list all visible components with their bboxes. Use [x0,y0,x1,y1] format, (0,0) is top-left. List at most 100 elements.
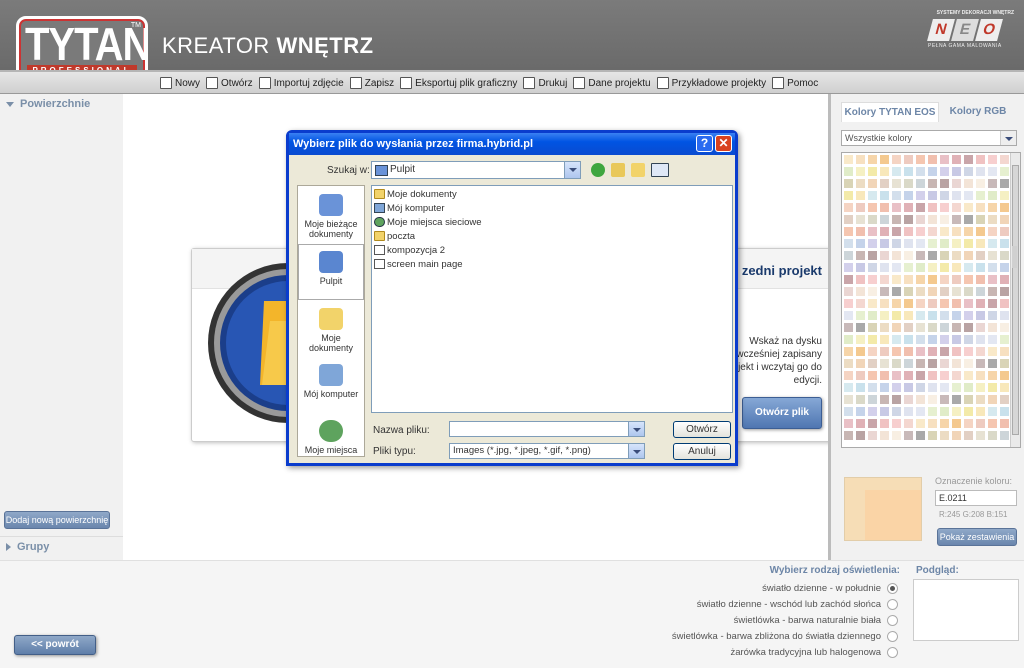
color-swatch[interactable] [892,275,901,284]
color-swatch[interactable] [892,383,901,392]
lighting-option[interactable]: żarówka tradycyjna lub halogenowa [730,647,898,658]
color-swatch[interactable] [880,167,889,176]
scrollbar-thumb[interactable] [1012,165,1019,435]
close-button[interactable]: ✕ [715,135,732,152]
color-swatch[interactable] [952,431,961,440]
color-swatch[interactable] [976,263,985,272]
color-swatch[interactable] [844,179,853,188]
color-swatch[interactable] [964,431,973,440]
color-swatch[interactable] [904,275,913,284]
color-swatch[interactable] [952,167,961,176]
color-swatch[interactable] [844,287,853,296]
toolbar-import-button[interactable]: Importuj zdjęcie [258,75,344,91]
color-swatch[interactable] [844,227,853,236]
color-swatch[interactable] [940,359,949,368]
color-swatch[interactable] [904,347,913,356]
color-swatch[interactable] [964,383,973,392]
toolbar-save-button[interactable]: Zapisz [349,75,394,91]
color-swatch[interactable] [880,395,889,404]
color-swatch[interactable] [868,371,877,380]
color-swatch[interactable] [964,323,973,332]
toolbar-new-button[interactable]: Nowy [160,75,200,91]
color-swatch[interactable] [928,335,937,344]
place-desktop[interactable]: Pulpit [298,244,364,300]
color-swatch[interactable] [1000,287,1009,296]
color-swatch[interactable] [880,335,889,344]
color-swatch[interactable] [952,371,961,380]
color-swatch[interactable] [988,395,997,404]
color-swatch[interactable] [892,311,901,320]
cancel-button[interactable]: Anuluj [673,443,731,460]
color-swatch[interactable] [988,311,997,320]
color-swatch[interactable] [964,275,973,284]
color-swatch[interactable] [880,251,889,260]
color-swatch[interactable] [988,299,997,308]
color-swatch[interactable] [868,299,877,308]
color-swatch[interactable] [928,263,937,272]
color-swatch[interactable] [904,335,913,344]
color-swatch[interactable] [988,167,997,176]
open-file-button[interactable]: Otwórz plik [742,397,822,429]
color-swatch[interactable] [856,155,865,164]
place-network[interactable]: Moje miejsca [298,414,364,456]
color-swatch[interactable] [976,395,985,404]
color-swatch[interactable] [928,347,937,356]
color-swatch[interactable] [940,395,949,404]
tab-tytan-eos[interactable]: Kolory TYTAN EOS [841,102,939,122]
color-swatch[interactable] [988,323,997,332]
color-swatch[interactable] [952,383,961,392]
color-swatch[interactable] [976,227,985,236]
color-swatch[interactable] [940,407,949,416]
color-swatch[interactable] [868,227,877,236]
color-swatch[interactable] [916,347,925,356]
color-swatch[interactable] [844,263,853,272]
color-swatch[interactable] [868,215,877,224]
lighting-option[interactable]: świetlówka - barwa zbliżona do światła d… [672,631,898,642]
filetype-select[interactable]: Images (*.jpg, *.jpeg, *.gif, *.png) [449,443,645,459]
color-swatch[interactable] [952,179,961,188]
color-swatch[interactable] [952,407,961,416]
radio-button[interactable] [887,647,898,658]
color-swatch[interactable] [964,251,973,260]
color-swatch[interactable] [856,335,865,344]
color-swatch[interactable] [976,287,985,296]
color-swatch[interactable] [976,359,985,368]
color-swatch[interactable] [928,179,937,188]
color-swatch[interactable] [1000,419,1009,428]
color-swatch[interactable] [844,419,853,428]
color-swatch[interactable] [880,323,889,332]
color-swatch[interactable] [868,335,877,344]
color-swatch[interactable] [868,167,877,176]
color-swatch[interactable] [928,395,937,404]
color-swatch[interactable] [880,299,889,308]
color-swatch[interactable] [928,191,937,200]
color-swatch[interactable] [880,359,889,368]
color-swatch[interactable] [988,419,997,428]
color-swatch[interactable] [892,215,901,224]
color-swatch[interactable] [940,275,949,284]
color-swatch[interactable] [844,251,853,260]
color-swatch[interactable] [1000,179,1009,188]
color-swatch[interactable] [868,179,877,188]
color-swatch[interactable] [952,227,961,236]
color-swatch[interactable] [1000,167,1009,176]
color-swatch[interactable] [988,191,997,200]
color-swatch[interactable] [904,263,913,272]
color-swatch[interactable] [916,323,925,332]
color-swatch[interactable] [940,215,949,224]
color-swatch[interactable] [940,227,949,236]
color-swatch[interactable] [856,167,865,176]
color-swatch[interactable] [988,383,997,392]
color-swatch[interactable] [844,335,853,344]
color-swatch[interactable] [904,383,913,392]
color-swatch[interactable] [964,335,973,344]
color-swatch[interactable] [916,407,925,416]
color-swatch[interactable] [844,383,853,392]
list-item[interactable]: screen main page [374,257,463,271]
color-swatch[interactable] [928,311,937,320]
color-swatch[interactable] [856,359,865,368]
color-swatch[interactable] [892,347,901,356]
color-swatch[interactable] [892,287,901,296]
color-swatch[interactable] [868,287,877,296]
tab-rgb[interactable]: Kolory RGB [943,102,1013,122]
